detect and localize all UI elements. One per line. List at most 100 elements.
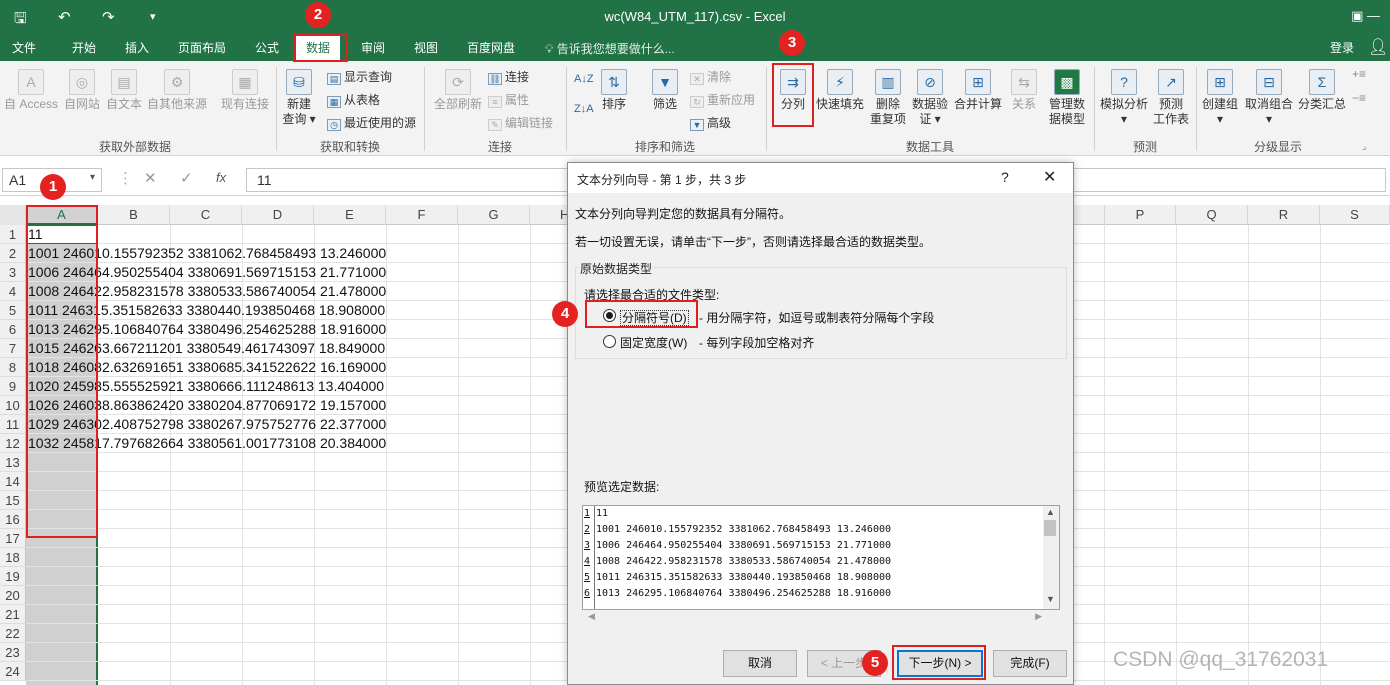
column-header-e[interactable]: E	[314, 205, 386, 225]
from-web-button[interactable]: ◎ 自网站	[60, 69, 104, 112]
scroll-down-icon[interactable]: ▼	[1046, 594, 1055, 604]
column-header-g[interactable]: G	[458, 205, 530, 225]
close-button[interactable]: ✕	[1043, 167, 1056, 187]
login-link[interactable]: 登录	[1330, 39, 1354, 56]
row-header[interactable]: 4	[0, 282, 26, 301]
help-button[interactable]: ?	[1001, 169, 1009, 185]
tab-formulas[interactable]: 公式	[255, 39, 279, 56]
cell-a3[interactable]: 1006 246464.950255404 3380691.569715153 …	[28, 263, 386, 282]
text-to-columns-button[interactable]: ⇉ 分列	[776, 69, 810, 112]
cell-a6[interactable]: 1013 246295.106840764 3380496.254625288 …	[28, 320, 386, 339]
hide-detail-icon[interactable]: −≡	[1352, 91, 1366, 105]
edit-links-button[interactable]: ✎ 编辑链接	[488, 114, 553, 131]
remove-duplicates-button[interactable]: ▥ 删除 重复项	[866, 69, 910, 127]
cell-a10[interactable]: 1026 246038.863862420 3380204.877069172 …	[28, 396, 386, 415]
cancel-icon[interactable]: ✕	[144, 169, 157, 187]
fixed-width-label[interactable]: 固定宽度(W)	[620, 334, 687, 351]
clear-filter-button[interactable]: ✕ 清除	[690, 68, 731, 85]
column-header-b[interactable]: B	[98, 205, 170, 225]
row-header[interactable]: 12	[0, 434, 26, 453]
column-header-s[interactable]: S	[1320, 205, 1390, 225]
cell-a7[interactable]: 1015 246263.667211201 3380549.461743097 …	[28, 339, 385, 358]
enter-icon[interactable]: ✓	[180, 169, 193, 187]
cell-a2[interactable]: 1001 246010.155792352 3381062.768458493 …	[28, 244, 386, 263]
row-header[interactable]: 22	[0, 624, 26, 643]
row-header[interactable]: 6	[0, 320, 26, 339]
what-if-analysis-button[interactable]: ? 模拟分析 ▾	[1098, 69, 1150, 127]
preview-vertical-scrollbar[interactable]: ▲ ▼	[1043, 506, 1059, 609]
row-header[interactable]: 15	[0, 491, 26, 510]
row-header[interactable]: 7	[0, 339, 26, 358]
sort-za-icon[interactable]: Z↓A	[574, 103, 594, 115]
user-icon[interactable]: 👤︎	[1368, 37, 1388, 57]
new-query-button[interactable]: ⛁ 新建 查询 ▾	[280, 69, 318, 127]
sort-button[interactable]: ⇅ 排序	[598, 69, 630, 112]
column-header-a[interactable]: A	[26, 205, 98, 225]
from-other-sources-button[interactable]: ⚙ 自其他来源	[146, 69, 208, 112]
select-all-corner[interactable]	[0, 205, 26, 225]
dialog-launcher-icon[interactable]: ⌟	[1362, 141, 1366, 152]
from-access-button[interactable]: A自 Access	[2, 69, 60, 112]
connections-button[interactable]: ⛓ 连接	[488, 68, 529, 85]
ungroup-button[interactable]: ⊟ 取消组合 ▾	[1243, 69, 1295, 127]
show-detail-icon[interactable]: +≡	[1352, 67, 1366, 81]
row-header[interactable]: 19	[0, 567, 26, 586]
fixed-width-radio[interactable]	[603, 335, 616, 348]
tab-file[interactable]: 文件	[12, 39, 36, 56]
delimited-label[interactable]: 分隔符号(D)	[620, 309, 689, 326]
cell-a8[interactable]: 1018 246082.632691651 3380685.341522622 …	[28, 358, 386, 377]
row-header[interactable]: 1	[0, 225, 26, 244]
forecast-sheet-button[interactable]: ↗ 预测 工作表	[1152, 69, 1190, 127]
tab-insert[interactable]: 插入	[125, 39, 149, 56]
manage-data-model-button[interactable]: ▩ 管理数 据模型	[1044, 69, 1090, 127]
tab-baidu-netdisk[interactable]: 百度网盘	[467, 39, 515, 56]
relationships-button[interactable]: ⇆ 关系	[1006, 69, 1042, 112]
tab-review[interactable]: 审阅	[361, 39, 385, 56]
row-header[interactable]: 11	[0, 415, 26, 434]
row-header[interactable]: 21	[0, 605, 26, 624]
cell-a12[interactable]: 1032 245817.797682664 3380561.001773108 …	[28, 434, 386, 453]
consolidate-button[interactable]: ⊞ 合并计算	[952, 69, 1004, 112]
cell-a9[interactable]: 1020 245985.555525921 3380666.111248613 …	[28, 377, 384, 396]
delimited-radio[interactable]	[603, 309, 616, 322]
group-rows-button[interactable]: ⊞ 创建组 ▾	[1200, 69, 1240, 127]
chevron-down-icon[interactable]: ▾	[90, 172, 95, 183]
row-header[interactable]: 9	[0, 377, 26, 396]
reapply-button[interactable]: ↻ 重新应用	[690, 91, 755, 108]
sort-az-icon[interactable]: A↓Z	[574, 73, 594, 85]
properties-button[interactable]: ≡ 属性	[488, 91, 529, 108]
window-controls[interactable]: ▣ —	[1351, 8, 1380, 24]
row-header[interactable]: 3	[0, 263, 26, 282]
row-header[interactable]: 8	[0, 358, 26, 377]
existing-connections-button[interactable]: ▦ 现有连接	[218, 69, 272, 112]
column-header-p[interactable]: P	[1104, 205, 1176, 225]
from-text-button[interactable]: ▤ 自文本	[104, 69, 144, 112]
row-header[interactable]: 18	[0, 548, 26, 567]
data-validation-button[interactable]: ⊘ 数据验证 ▾	[910, 69, 950, 127]
row-header[interactable]: 16	[0, 510, 26, 529]
column-header-d[interactable]: D	[242, 205, 314, 225]
next-button[interactable]: 下一步(N) >	[897, 650, 983, 677]
row-header[interactable]: 17	[0, 529, 26, 548]
flash-fill-button[interactable]: ⚡ 快速填充	[814, 69, 866, 112]
cell-a5[interactable]: 1011 246315.351582633 3380440.193850468 …	[28, 301, 385, 320]
cancel-button[interactable]: 取消	[723, 650, 797, 677]
scroll-right-icon[interactable]: ▶	[1035, 611, 1042, 622]
advanced-filter-button[interactable]: ▼ 高级	[690, 114, 731, 131]
filter-button[interactable]: ▼ 筛选	[648, 69, 682, 112]
refresh-all-button[interactable]: ⟳ 全部刷新	[432, 69, 484, 112]
row-header[interactable]: 10	[0, 396, 26, 415]
show-queries-button[interactable]: ▤ 显示查询	[327, 68, 392, 85]
tab-data[interactable]: 数据	[296, 34, 341, 61]
cell-a11[interactable]: 1029 246302.408752798 3380267.975752776 …	[28, 415, 386, 434]
row-header[interactable]: 24	[0, 662, 26, 681]
column-header-q[interactable]: Q	[1176, 205, 1248, 225]
data-preview[interactable]: 1 11 2 1001 246010.155792352 3381062.768458…	[582, 505, 1060, 610]
scroll-thumb[interactable]	[1044, 520, 1056, 536]
from-table-button[interactable]: ▦ 从表格	[327, 91, 380, 108]
scroll-left-icon[interactable]: ◀	[588, 611, 595, 622]
recent-sources-button[interactable]: ◷ 最近使用的源	[327, 114, 416, 131]
row-header[interactable]: 23	[0, 643, 26, 662]
row-header[interactable]: 13	[0, 453, 26, 472]
row-header[interactable]: 20	[0, 586, 26, 605]
